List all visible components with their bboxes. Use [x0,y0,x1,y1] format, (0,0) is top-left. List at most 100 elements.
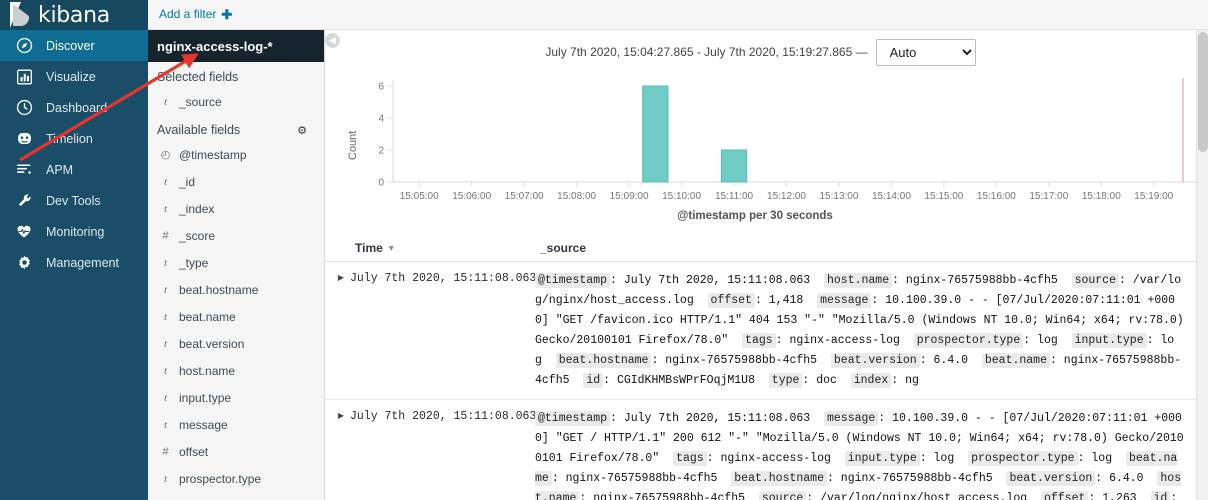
timelion-icon [14,129,34,149]
histogram-bar[interactable] [642,85,669,183]
histogram-bar[interactable] [720,149,748,183]
caret-right-icon[interactable]: ▶ [325,271,350,391]
source-field-value: nginx-76575988bb-4cfh5 [565,472,718,485]
source-field-value: 6.4.0 [933,354,969,367]
collapse-sidebar-button[interactable]: ◀ [325,33,340,48]
source-field-key: offset [707,293,755,308]
interval-select[interactable]: AutoMillisecondSecondMinuteHourlyDailyWe… [875,38,976,66]
svg-text:15:13:00: 15:13:00 [819,191,858,202]
field-item-beat-name[interactable]: t beat.name [148,303,324,330]
field-item-beat-hostname[interactable]: t beat.hostname [148,276,324,303]
row-time: July 7th 2020, 15:11:08.063 [350,410,537,423]
source-field-value: nginx-76575988bb-4cfh5 [905,274,1058,287]
sidebar-item-monitoring[interactable]: Monitoring [0,216,148,247]
field-name-label: beat.hostname [179,282,259,297]
source-field-key: beat.name [981,353,1050,368]
source-field-key: beat.hostname [555,353,652,368]
source-field-value: nginx-76575988bb-4cfh5 [840,472,993,485]
source-field-value: ng [905,374,919,387]
column-header-time[interactable]: Time ▼ [325,241,535,255]
histogram-chart: Count 0 2 4 6 15:05:00 15:06:00 15:07:00 15:08:… [325,72,1196,242]
source-field-key: input.type [1071,333,1147,348]
source-field-key: beat.hostname [731,471,827,486]
source-field-value: 6.4.0 [1109,472,1144,485]
sidebar-item-management[interactable]: Management [0,247,148,278]
field-type-icon: t [163,175,168,188]
sidebar-item-label: Monitoring [46,224,105,239]
source-field-value: nginx-76575988bb-4cfh5 [665,354,818,367]
index-pattern-selector[interactable]: nginx-access-log-* [148,30,324,62]
field-type-icon: t [163,256,168,269]
source-field-value: 1,418 [768,294,804,307]
field-item-_score[interactable]: # _score [148,222,324,249]
histogram-svg[interactable]: 0 2 4 6 15:05:00 15:06:00 15:07:00 15:08:00 15:0… [325,72,1196,212]
field-item-host-name[interactable]: t host.name [148,357,324,384]
sidebar-item-dev-tools[interactable]: Dev Tools [0,185,148,216]
sidebar-item-label: APM [46,162,74,177]
source-field-value: nginx-access-log [789,334,900,347]
kibana-logo[interactable]: kibana [0,0,148,30]
source-field-key: prospector.type [968,451,1078,466]
sidebar-item-discover[interactable]: Discover [0,30,148,61]
field-item-input-type[interactable]: t input.type [148,384,324,411]
sort-caret-icon[interactable]: ▼ [387,243,396,253]
source-field-key: tags [673,451,707,466]
source-field-value: log [1037,334,1058,347]
sidebar-item-apm[interactable]: APM [0,154,148,185]
source-field-key: @timestamp [535,411,611,426]
table-row[interactable]: ▶ July 7th 2020, 15:11:08.063 @timestamp: … [325,262,1196,400]
field-type-icon: t [163,391,168,404]
svg-text:15:05:00: 15:05:00 [400,191,439,202]
field-type-icon: t [163,310,168,323]
sidebar-item-visualize[interactable]: Visualize [0,61,148,92]
add-filter-button[interactable]: Add a filter ✚ [159,7,232,21]
discover-main-panel: July 7th 2020, 15:04:27.865 - July 7th 2… [325,30,1196,500]
compass-icon [14,36,34,56]
field-item-message[interactable]: t message [148,411,324,438]
field-name-label: _index [179,201,215,216]
sidebar-item-dashboard[interactable]: Dashboard [0,92,148,123]
selected-fields-header: Selected fields [148,62,324,88]
available-fields-title: Available fields [157,123,241,137]
heartbeat-icon [14,222,34,242]
source-field-value: log [933,452,955,465]
field-type-icon: t [163,202,168,215]
scrollbar-thumb[interactable] [1198,32,1208,152]
field-item-prospector-type[interactable]: t prospector.type [148,465,324,492]
field-item--timestamp[interactable]: ◴ @timestamp [148,141,324,168]
source-field-key: input.type [844,451,920,466]
row-source: @timestamp: July 7th 2020, 15:11:08.063 … [535,409,1196,500]
svg-text:15:16:00: 15:16:00 [977,191,1016,202]
source-field-key: type [768,373,803,388]
sidebar-item-label: Timelion [46,131,93,146]
table-row[interactable]: ▶ July 7th 2020, 15:11:08.063 @timestamp: … [325,400,1196,500]
field-name-label: message [179,417,228,432]
field-type-icon: t [163,283,168,296]
caret-right-icon[interactable]: ▶ [325,409,350,500]
field-item-_type[interactable]: t _type [148,249,324,276]
row-source: @timestamp: July 7th 2020, 15:11:08.063 … [535,273,1184,388]
field-item-_index[interactable]: t _index [148,195,324,222]
svg-text:15:09:00: 15:09:00 [610,191,649,202]
svg-text:15:07:00: 15:07:00 [505,191,544,202]
field-sidebar: nginx-access-log-* Selected fields t _sou… [148,30,325,500]
field-item-beat-version[interactable]: t beat.version [148,330,324,357]
field-item-_source[interactable]: t _source [148,88,324,115]
gear-icon[interactable]: ⚙ [297,124,307,137]
sidebar-item-label: Dev Tools [46,193,101,208]
source-field-key: id [583,373,604,388]
svg-text:15:08:00: 15:08:00 [557,191,596,202]
field-type-icon: t [163,364,168,377]
svg-text:2: 2 [378,146,384,157]
sidebar-item-timelion[interactable]: Timelion [0,123,148,154]
vertical-scrollbar[interactable] [1196,30,1208,500]
source-field-key: prospector.type [913,333,1024,348]
bar-chart-icon [14,67,34,87]
source-field-key: id [1150,491,1171,500]
field-item-_id[interactable]: t _id [148,168,324,195]
field-item-offset[interactable]: # offset [148,438,324,465]
index-pattern-label: nginx-access-log-* [157,38,273,54]
source-field-value: nginx-76575988bb-4cfh5 [593,492,746,500]
svg-text:15:18:00: 15:18:00 [1082,191,1121,202]
field-name-label: input.type [179,390,232,405]
